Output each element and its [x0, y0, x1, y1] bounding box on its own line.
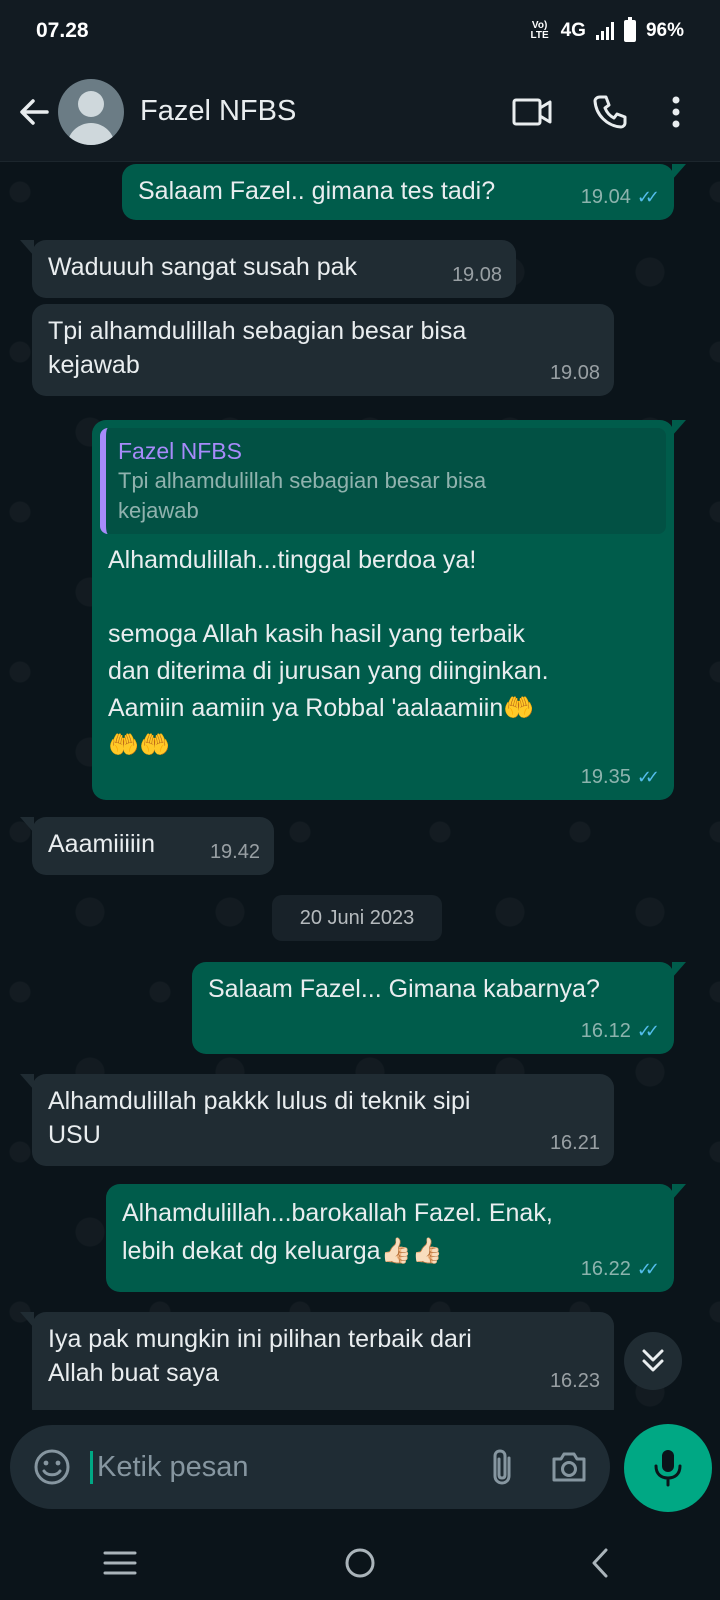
- message-input[interactable]: [90, 1450, 474, 1484]
- message-text: Alhamdulillah...tinggal berdoa ya! semog…: [108, 546, 549, 759]
- quoted-sender: Fazel NFBS: [118, 438, 242, 464]
- network-type: 4G: [560, 20, 586, 41]
- message-outgoing[interactable]: Alhamdulillah...barokallah Fazel. Enak, …: [106, 1184, 686, 1292]
- status-indicators: Vo) LTE 4G 96%: [529, 17, 684, 42]
- camera-icon[interactable]: [550, 1445, 588, 1489]
- volte-icon: Vo) LTE: [530, 20, 549, 41]
- message-meta: 16.23: [550, 1364, 600, 1398]
- read-ticks-icon: ✓✓: [636, 1021, 660, 1041]
- message-outgoing[interactable]: Salaam Fazel.. gimana tes tadi? 19.04 ✓✓: [122, 164, 686, 220]
- back-nav-icon[interactable]: [570, 1533, 630, 1593]
- message-incoming[interactable]: Aaamiiiiin 19.42: [20, 817, 274, 875]
- contact-name[interactable]: Fazel NFBS: [140, 95, 484, 128]
- battery-level: 96%: [645, 20, 684, 41]
- voice-call-icon[interactable]: [580, 82, 640, 142]
- more-options-icon[interactable]: [646, 82, 706, 142]
- read-ticks-icon: ✓✓: [636, 1259, 660, 1279]
- paperclip-icon[interactable]: [484, 1445, 520, 1489]
- message-text: Alhamdulillah...barokallah Fazel. Enak, …: [122, 1199, 553, 1265]
- video-call-icon[interactable]: [502, 82, 562, 142]
- message-time: 19.04: [580, 186, 631, 208]
- date-separator: 20 Juni 2023: [272, 895, 442, 941]
- message-incoming[interactable]: Alhamdulillah pakkk lulus di teknik sipi…: [20, 1074, 614, 1166]
- home-icon[interactable]: [330, 1533, 390, 1593]
- message-incoming[interactable]: Iya pak mungkin ini pilihan terbaik dari…: [20, 1312, 614, 1410]
- double-chevron-down-icon: [642, 1349, 664, 1372]
- message-text: Alhamdulillah pakkk lulus di teknik sipi…: [48, 1087, 471, 1149]
- message-time: 16.22: [580, 1258, 631, 1280]
- microphone-icon: [654, 1450, 682, 1487]
- message-meta: 19.08: [452, 258, 502, 292]
- message-meta: 19.04 ✓✓: [581, 180, 660, 214]
- message-meta: 16.22 ✓✓: [581, 1252, 660, 1286]
- message-text: Waduuuh sangat susah pak: [48, 253, 358, 281]
- recent-apps-icon[interactable]: [90, 1533, 150, 1593]
- message-incoming[interactable]: Tpi alhamdulillah sebagian besar bisa ke…: [32, 304, 614, 396]
- message-meta: 19.35 ✓✓: [581, 760, 660, 794]
- message-time: 19.08: [451, 264, 502, 286]
- voice-message-button[interactable]: [624, 1424, 712, 1512]
- read-ticks-icon: ✓✓: [636, 187, 660, 207]
- message-outgoing[interactable]: Fazel NFBS Tpi alhamdulillah sebagian be…: [92, 420, 686, 800]
- message-time: 19.42: [209, 841, 260, 863]
- back-arrow-icon[interactable]: [14, 92, 54, 132]
- message-meta: 19.42: [210, 835, 260, 869]
- battery-icon: [623, 17, 636, 42]
- quoted-message[interactable]: Fazel NFBS Tpi alhamdulillah sebagian be…: [100, 428, 666, 534]
- message-time: 19.08: [549, 362, 600, 384]
- read-ticks-icon: ✓✓: [636, 767, 660, 787]
- message-time: 16.12: [580, 1020, 631, 1042]
- avatar[interactable]: [58, 78, 124, 145]
- status-time: 07.28: [36, 19, 89, 42]
- system-navigation-bar: [0, 1525, 720, 1600]
- message-meta: 16.21: [550, 1126, 600, 1160]
- message-time: 19.35: [580, 766, 631, 788]
- message-meta: 16.12 ✓✓: [581, 1014, 660, 1048]
- status-bar: 07.28 Vo) LTE 4G 96%: [0, 0, 720, 62]
- message-meta: 19.08: [550, 356, 600, 390]
- scroll-to-bottom-button[interactable]: [624, 1332, 682, 1390]
- message-composer: [10, 1425, 610, 1509]
- signal-icon: [595, 22, 614, 40]
- message-time: 16.21: [549, 1132, 600, 1154]
- chat-header: Fazel NFBS: [0, 62, 720, 162]
- message-text: Salaam Fazel.. gimana tes tadi?: [138, 177, 496, 205]
- chat-area[interactable]: Salaam Fazel.. gimana tes tadi? 19.04 ✓✓…: [0, 162, 720, 1410]
- emoji-icon[interactable]: [32, 1447, 72, 1487]
- quoted-text: Tpi alhamdulillah sebagian besar bisa ke…: [118, 468, 487, 523]
- message-text: Salaam Fazel... Gimana kabarnya?: [208, 975, 600, 1003]
- message-outgoing[interactable]: Salaam Fazel... Gimana kabarnya? 16.12 ✓…: [192, 962, 686, 1054]
- message-text: Iya pak mungkin ini pilihan terbaik dari…: [48, 1325, 472, 1387]
- message-text: Tpi alhamdulillah sebagian besar bisa ke…: [48, 317, 467, 379]
- message-time: 16.23: [549, 1370, 600, 1392]
- message-text: Aaamiiiiin: [48, 830, 155, 858]
- message-incoming[interactable]: Waduuuh sangat susah pak 19.08: [20, 240, 516, 298]
